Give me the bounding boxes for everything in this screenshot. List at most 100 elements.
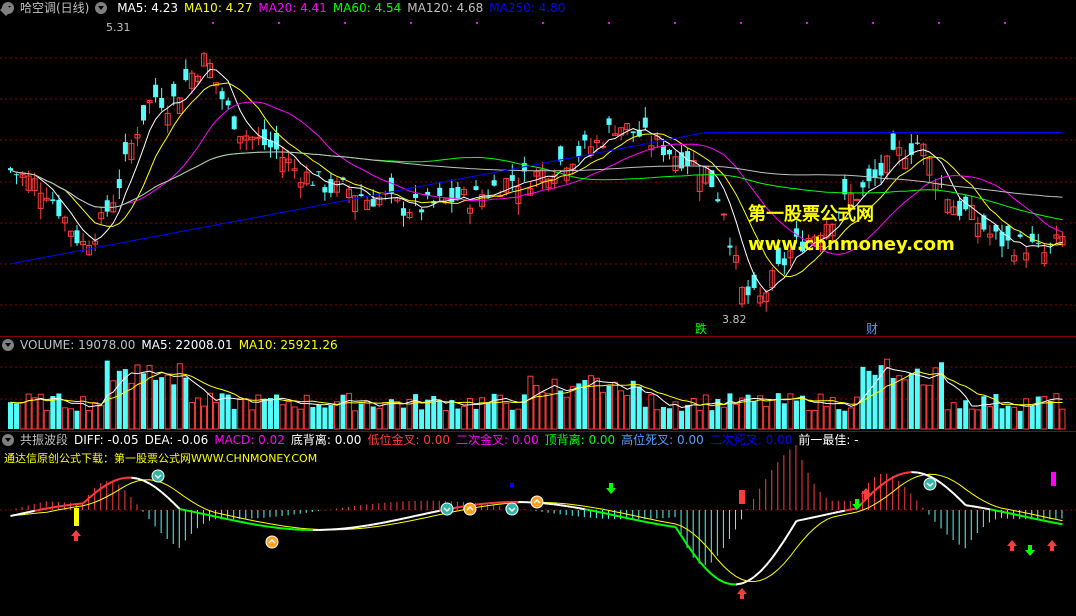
high-price-label: 5.31 xyxy=(106,21,131,34)
diff-segment xyxy=(481,502,489,505)
diff-segment xyxy=(808,516,815,520)
diff-segment xyxy=(264,525,271,528)
volume-bar xyxy=(159,377,165,429)
volume-bar xyxy=(829,396,836,430)
candle-body xyxy=(727,245,733,248)
volume-bar xyxy=(654,409,661,430)
candle-body xyxy=(50,199,56,202)
diff-segment xyxy=(415,513,422,517)
diff-segment xyxy=(717,578,725,584)
diff-segment xyxy=(608,513,616,517)
volume-bar xyxy=(1035,396,1041,429)
candle-body xyxy=(993,225,999,232)
signal-block xyxy=(1051,472,1056,486)
diff-segment xyxy=(397,517,404,521)
candle-body xyxy=(153,84,159,98)
diff-segment xyxy=(119,476,126,480)
diff-segment xyxy=(814,514,821,519)
diff-segment xyxy=(723,581,731,586)
diff-segment xyxy=(1019,514,1027,518)
diff-segment xyxy=(252,523,259,527)
candle-body xyxy=(866,168,872,182)
diff-segment xyxy=(971,505,978,509)
candle-body xyxy=(582,134,588,141)
diff-segment xyxy=(361,524,368,528)
volume-bar xyxy=(842,410,848,429)
diff-segment xyxy=(379,521,386,525)
volume-bar xyxy=(110,380,117,430)
volume-bar xyxy=(666,408,672,429)
signal-dot xyxy=(278,22,280,24)
diff-segment xyxy=(258,524,265,528)
volume-bar xyxy=(376,407,383,430)
volume-bar xyxy=(279,404,286,430)
event-marker-cai[interactable]: 财 xyxy=(866,320,878,337)
diff-segment xyxy=(765,557,774,566)
volume-bar xyxy=(442,409,449,430)
volume-bar xyxy=(986,406,993,430)
diff-segment xyxy=(771,548,780,559)
signal-circle-icon xyxy=(923,477,937,491)
signal-dot xyxy=(608,22,610,24)
diff-segment xyxy=(796,518,803,522)
signal-dot xyxy=(872,22,874,24)
signal-block xyxy=(739,490,745,504)
candle-body xyxy=(914,142,920,144)
volume-bar xyxy=(50,396,56,429)
volume-bar xyxy=(963,400,969,429)
diff-segment xyxy=(1050,520,1057,525)
volume-bar xyxy=(67,408,74,430)
price-chart xyxy=(0,22,1076,312)
diff-segment xyxy=(917,471,924,475)
diff-segment xyxy=(433,509,440,513)
volume-bar xyxy=(437,400,443,429)
candle-body xyxy=(1017,234,1023,237)
candle-body xyxy=(745,286,751,296)
candle-body xyxy=(842,179,848,195)
watermark-url: www.chnmoney.com xyxy=(748,234,955,255)
diff-segment xyxy=(905,471,912,474)
candle-body xyxy=(957,200,963,216)
diff-segment xyxy=(554,503,561,507)
diff-segment xyxy=(663,524,670,528)
volume-bar xyxy=(521,394,527,429)
diff-segment xyxy=(578,507,586,511)
diff-segment xyxy=(457,505,465,509)
volume-bar xyxy=(763,405,770,430)
volume-bar xyxy=(231,408,237,429)
volume-bar xyxy=(769,399,776,430)
diff-segment xyxy=(844,508,852,512)
volume-bar xyxy=(981,396,987,429)
volume-bar xyxy=(896,375,903,430)
expand-diamond-icon[interactable] xyxy=(0,4,12,16)
candle-body xyxy=(860,182,866,188)
diff-segment xyxy=(391,518,398,523)
volume-bar xyxy=(1011,406,1018,430)
diff-segment xyxy=(16,512,23,516)
volume-bar xyxy=(660,407,666,429)
diff-segment xyxy=(1013,513,1021,517)
candle-body xyxy=(14,174,20,176)
volume-bar xyxy=(732,403,739,430)
event-marker-die[interactable]: 跌 xyxy=(695,320,707,337)
diff-segment xyxy=(735,582,743,586)
volume-bar xyxy=(86,410,93,430)
candle-body xyxy=(491,180,497,186)
candle-body xyxy=(1035,242,1041,244)
diff-segment xyxy=(590,509,598,513)
volume-bar xyxy=(515,408,522,430)
volume-bar xyxy=(999,408,1005,429)
diff-segment xyxy=(143,479,150,485)
watermark-title: 第一股票公式网 xyxy=(748,204,874,225)
volume-bar xyxy=(709,410,715,429)
diff-segment xyxy=(633,518,640,522)
volume-bar xyxy=(618,390,625,430)
diff-segment xyxy=(367,523,374,527)
diff-segment xyxy=(560,504,567,508)
volume-bar xyxy=(1047,400,1053,429)
diff-segment xyxy=(802,517,809,521)
diff-segment xyxy=(421,512,428,516)
diff-segment xyxy=(215,515,223,519)
diff-segment xyxy=(28,509,35,514)
diff-segment xyxy=(940,482,949,489)
